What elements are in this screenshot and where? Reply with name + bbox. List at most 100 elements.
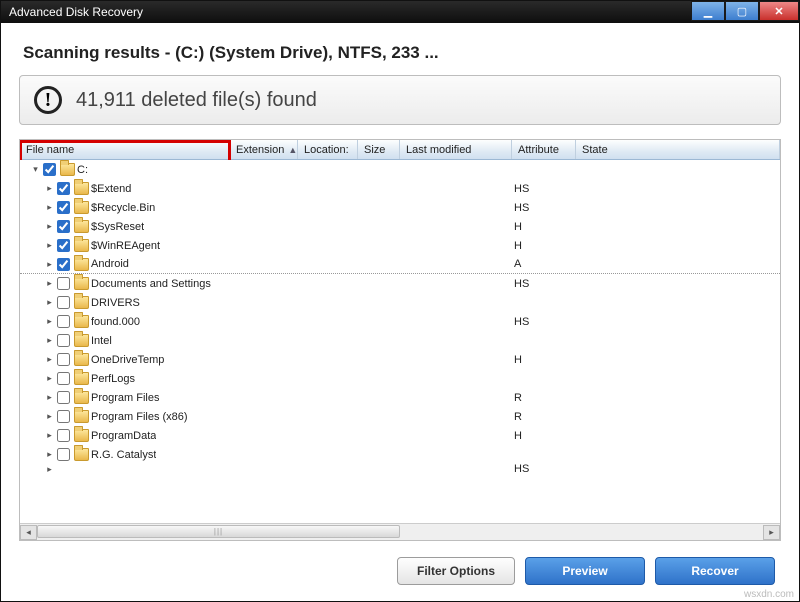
row-checkbox[interactable] bbox=[57, 239, 70, 252]
row-checkbox[interactable] bbox=[57, 296, 70, 309]
row-checkbox[interactable] bbox=[57, 334, 70, 347]
table-row[interactable]: ▸ PerfLogs bbox=[20, 369, 780, 388]
row-checkbox[interactable] bbox=[57, 182, 70, 195]
scroll-left-button[interactable]: ◂ bbox=[20, 525, 37, 540]
row-checkbox[interactable] bbox=[57, 201, 70, 214]
table-row[interactable]: ▸ ProgramData H bbox=[20, 426, 780, 445]
expand-icon[interactable]: ▸ bbox=[44, 354, 55, 365]
app-window: Advanced Disk Recovery ▁ ▢ ✕ Scanning re… bbox=[0, 0, 800, 602]
row-attribute: HS bbox=[512, 316, 576, 328]
row-attribute: A bbox=[512, 258, 576, 270]
col-size[interactable]: Size bbox=[358, 140, 400, 159]
row-checkbox[interactable] bbox=[57, 277, 70, 290]
expand-icon[interactable]: ▸ bbox=[44, 297, 55, 308]
table-row[interactable]: ▸DRIVERS bbox=[20, 293, 780, 312]
row-label: Program Files (x86) bbox=[91, 411, 188, 423]
row-label: R.G. Catalyst bbox=[91, 449, 156, 461]
close-button[interactable]: ✕ bbox=[759, 1, 799, 21]
row-checkbox[interactable] bbox=[57, 353, 70, 366]
grid-body[interactable]: ▾C:▸$ExtendHS▸$Recycle.BinHS▸$SysResetH▸… bbox=[20, 160, 780, 523]
table-row[interactable]: ▸$Recycle.BinHS bbox=[20, 198, 780, 217]
footer-buttons: Filter Options Preview Recover bbox=[19, 541, 781, 591]
row-checkbox[interactable] bbox=[57, 258, 70, 271]
expand-icon[interactable]: ▸ bbox=[44, 373, 55, 384]
folder-icon bbox=[74, 410, 89, 423]
horizontal-scrollbar[interactable]: ◂ ||| ▸ bbox=[20, 523, 780, 540]
row-label: C: bbox=[77, 164, 88, 176]
row-checkbox[interactable] bbox=[57, 429, 70, 442]
preview-button[interactable]: Preview bbox=[525, 557, 645, 585]
expand-icon[interactable]: ▸ bbox=[44, 430, 55, 441]
row-checkbox[interactable] bbox=[43, 163, 56, 176]
row-label: $Extend bbox=[91, 183, 131, 195]
row-checkbox[interactable] bbox=[57, 391, 70, 404]
table-row[interactable]: ▸ $WinREAgent H bbox=[20, 236, 780, 255]
folder-icon bbox=[74, 201, 89, 214]
col-state[interactable]: State bbox=[576, 140, 780, 159]
row-checkbox[interactable] bbox=[57, 410, 70, 423]
summary-text: 41,911 deleted file(s) found bbox=[76, 89, 317, 112]
folder-icon bbox=[74, 391, 89, 404]
scroll-right-button[interactable]: ▸ bbox=[763, 525, 780, 540]
scroll-thumb[interactable]: ||| bbox=[37, 525, 400, 538]
table-row[interactable]: ▸ Android A bbox=[20, 255, 780, 274]
row-label: Android bbox=[91, 258, 129, 270]
table-row[interactable]: ▸HS bbox=[20, 464, 780, 474]
expand-icon[interactable]: ▸ bbox=[44, 202, 55, 213]
titlebar[interactable]: Advanced Disk Recovery ▁ ▢ ✕ bbox=[1, 1, 799, 23]
col-last-modified[interactable]: Last modified bbox=[400, 140, 512, 159]
row-attribute: H bbox=[512, 430, 576, 442]
row-label: Intel bbox=[91, 335, 112, 347]
row-attribute: R bbox=[512, 411, 576, 423]
expand-icon[interactable]: ▸ bbox=[44, 392, 55, 403]
table-row[interactable]: ▸ R.G. Catalyst bbox=[20, 445, 780, 464]
row-label: $WinREAgent bbox=[91, 240, 160, 252]
expand-icon[interactable]: ▸ bbox=[44, 183, 55, 194]
row-attribute: H bbox=[512, 221, 576, 233]
expand-icon[interactable]: ▸ bbox=[44, 316, 55, 327]
expand-icon[interactable]: ▸ bbox=[44, 449, 55, 460]
expand-icon[interactable]: ▸ bbox=[44, 259, 55, 270]
col-attribute[interactable]: Attribute bbox=[512, 140, 576, 159]
row-checkbox[interactable] bbox=[57, 372, 70, 385]
expand-icon[interactable]: ▸ bbox=[44, 221, 55, 232]
col-filename[interactable]: File name bbox=[20, 140, 230, 159]
table-row[interactable]: ▸found.000HS bbox=[20, 312, 780, 331]
scroll-track[interactable]: ||| bbox=[37, 525, 763, 540]
alert-icon: ! bbox=[34, 86, 62, 114]
folder-icon bbox=[74, 315, 89, 328]
folder-icon bbox=[74, 448, 89, 461]
row-attribute: HS bbox=[512, 278, 576, 290]
table-row[interactable]: ▸Program FilesR bbox=[20, 388, 780, 407]
folder-icon bbox=[74, 277, 89, 290]
window-title: Advanced Disk Recovery bbox=[9, 5, 143, 19]
recover-button[interactable]: Recover bbox=[655, 557, 775, 585]
folder-icon bbox=[74, 220, 89, 233]
table-row[interactable]: ▸$SysResetH bbox=[20, 217, 780, 236]
table-row[interactable]: ▸OneDriveTempH bbox=[20, 350, 780, 369]
expand-icon[interactable]: ▸ bbox=[44, 278, 55, 289]
row-checkbox[interactable] bbox=[57, 315, 70, 328]
table-row[interactable]: ▸$ExtendHS bbox=[20, 179, 780, 198]
minimize-button[interactable]: ▁ bbox=[691, 1, 725, 21]
expand-icon[interactable]: ▸ bbox=[44, 335, 55, 346]
row-checkbox[interactable] bbox=[57, 220, 70, 233]
col-location[interactable]: Location: bbox=[298, 140, 358, 159]
expand-icon[interactable]: ▸ bbox=[44, 464, 55, 474]
row-attribute: HS bbox=[512, 202, 576, 214]
collapse-icon[interactable]: ▾ bbox=[30, 164, 41, 175]
table-row[interactable]: ▸ Program Files (x86) R bbox=[20, 407, 780, 426]
table-row[interactable]: ▾ C: bbox=[20, 160, 780, 179]
row-label: ProgramData bbox=[91, 430, 156, 442]
filter-options-button[interactable]: Filter Options bbox=[397, 557, 515, 585]
expand-icon[interactable]: ▸ bbox=[44, 411, 55, 422]
content-area: Scanning results - (C:) (System Drive), … bbox=[1, 23, 799, 601]
maximize-button[interactable]: ▢ bbox=[725, 1, 759, 21]
table-row[interactable]: ▸Documents and SettingsHS bbox=[20, 274, 780, 293]
row-label: PerfLogs bbox=[91, 373, 135, 385]
row-attribute: H bbox=[512, 240, 576, 252]
expand-icon[interactable]: ▸ bbox=[44, 240, 55, 251]
col-extension[interactable]: Extension▲ bbox=[230, 140, 298, 159]
row-checkbox[interactable] bbox=[57, 448, 70, 461]
table-row[interactable]: ▸ Intel bbox=[20, 331, 780, 350]
